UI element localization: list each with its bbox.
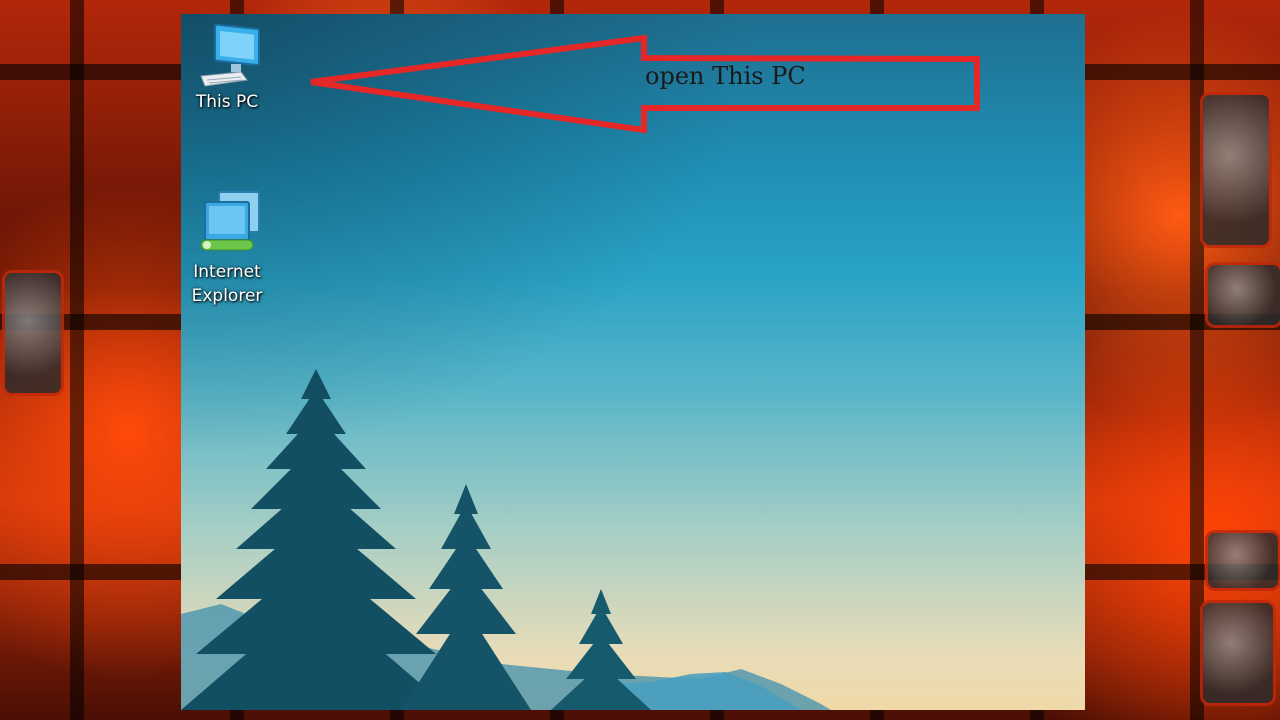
this-pc-desktop-icon[interactable]: This PC [181, 20, 273, 114]
decorative-stone [1200, 92, 1272, 248]
internet-explorer-desktop-icon[interactable]: Internet Explorer [181, 190, 273, 308]
annotation-text: open This PC [645, 62, 806, 90]
desktop-screen: This PC Internet Explorer open This PC [181, 14, 1085, 710]
decorative-stone [1205, 530, 1280, 591]
decorative-stone [1205, 262, 1280, 328]
decorative-stone [1200, 600, 1276, 706]
internet-explorer-label-line1: Internet [193, 262, 261, 282]
computer-icon [191, 20, 263, 90]
internet-explorer-label-line2: Explorer [191, 286, 263, 306]
network-icon [191, 190, 263, 260]
this-pc-label: This PC [195, 92, 259, 112]
decorative-stone [2, 270, 64, 396]
wallpaper-trees [181, 369, 831, 710]
